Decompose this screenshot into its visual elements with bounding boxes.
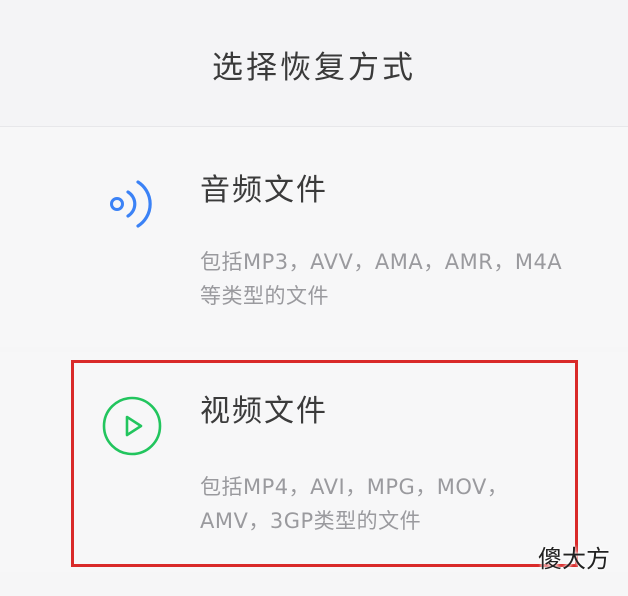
audio-wave-icon [110, 180, 152, 228]
option-title: 视频文件 [200, 394, 328, 429]
watermark-text: 傻大方 [538, 545, 610, 573]
watermark: 傻大方 [538, 539, 610, 574]
play-circle-icon [102, 396, 162, 456]
page-title: 选择恢复方式 [212, 50, 416, 86]
option-audio-files[interactable]: 音频文件 包括MP3，AVV，AMA，AMR，M4A等类型的文件 [0, 127, 628, 347]
option-video-files[interactable]: 视频文件 包括MP4，AVI，MPG，MOV，AMV，3GP类型的文件 [0, 352, 628, 572]
option-description: 包括MP3，AVV，AMA，AMR，M4A等类型的文件 [200, 250, 563, 308]
option-description: 包括MP4，AVI，MPG，MOV，AMV，3GP类型的文件 [200, 475, 509, 533]
header: 选择恢复方式 [0, 0, 628, 127]
option-title: 音频文件 [200, 173, 328, 208]
